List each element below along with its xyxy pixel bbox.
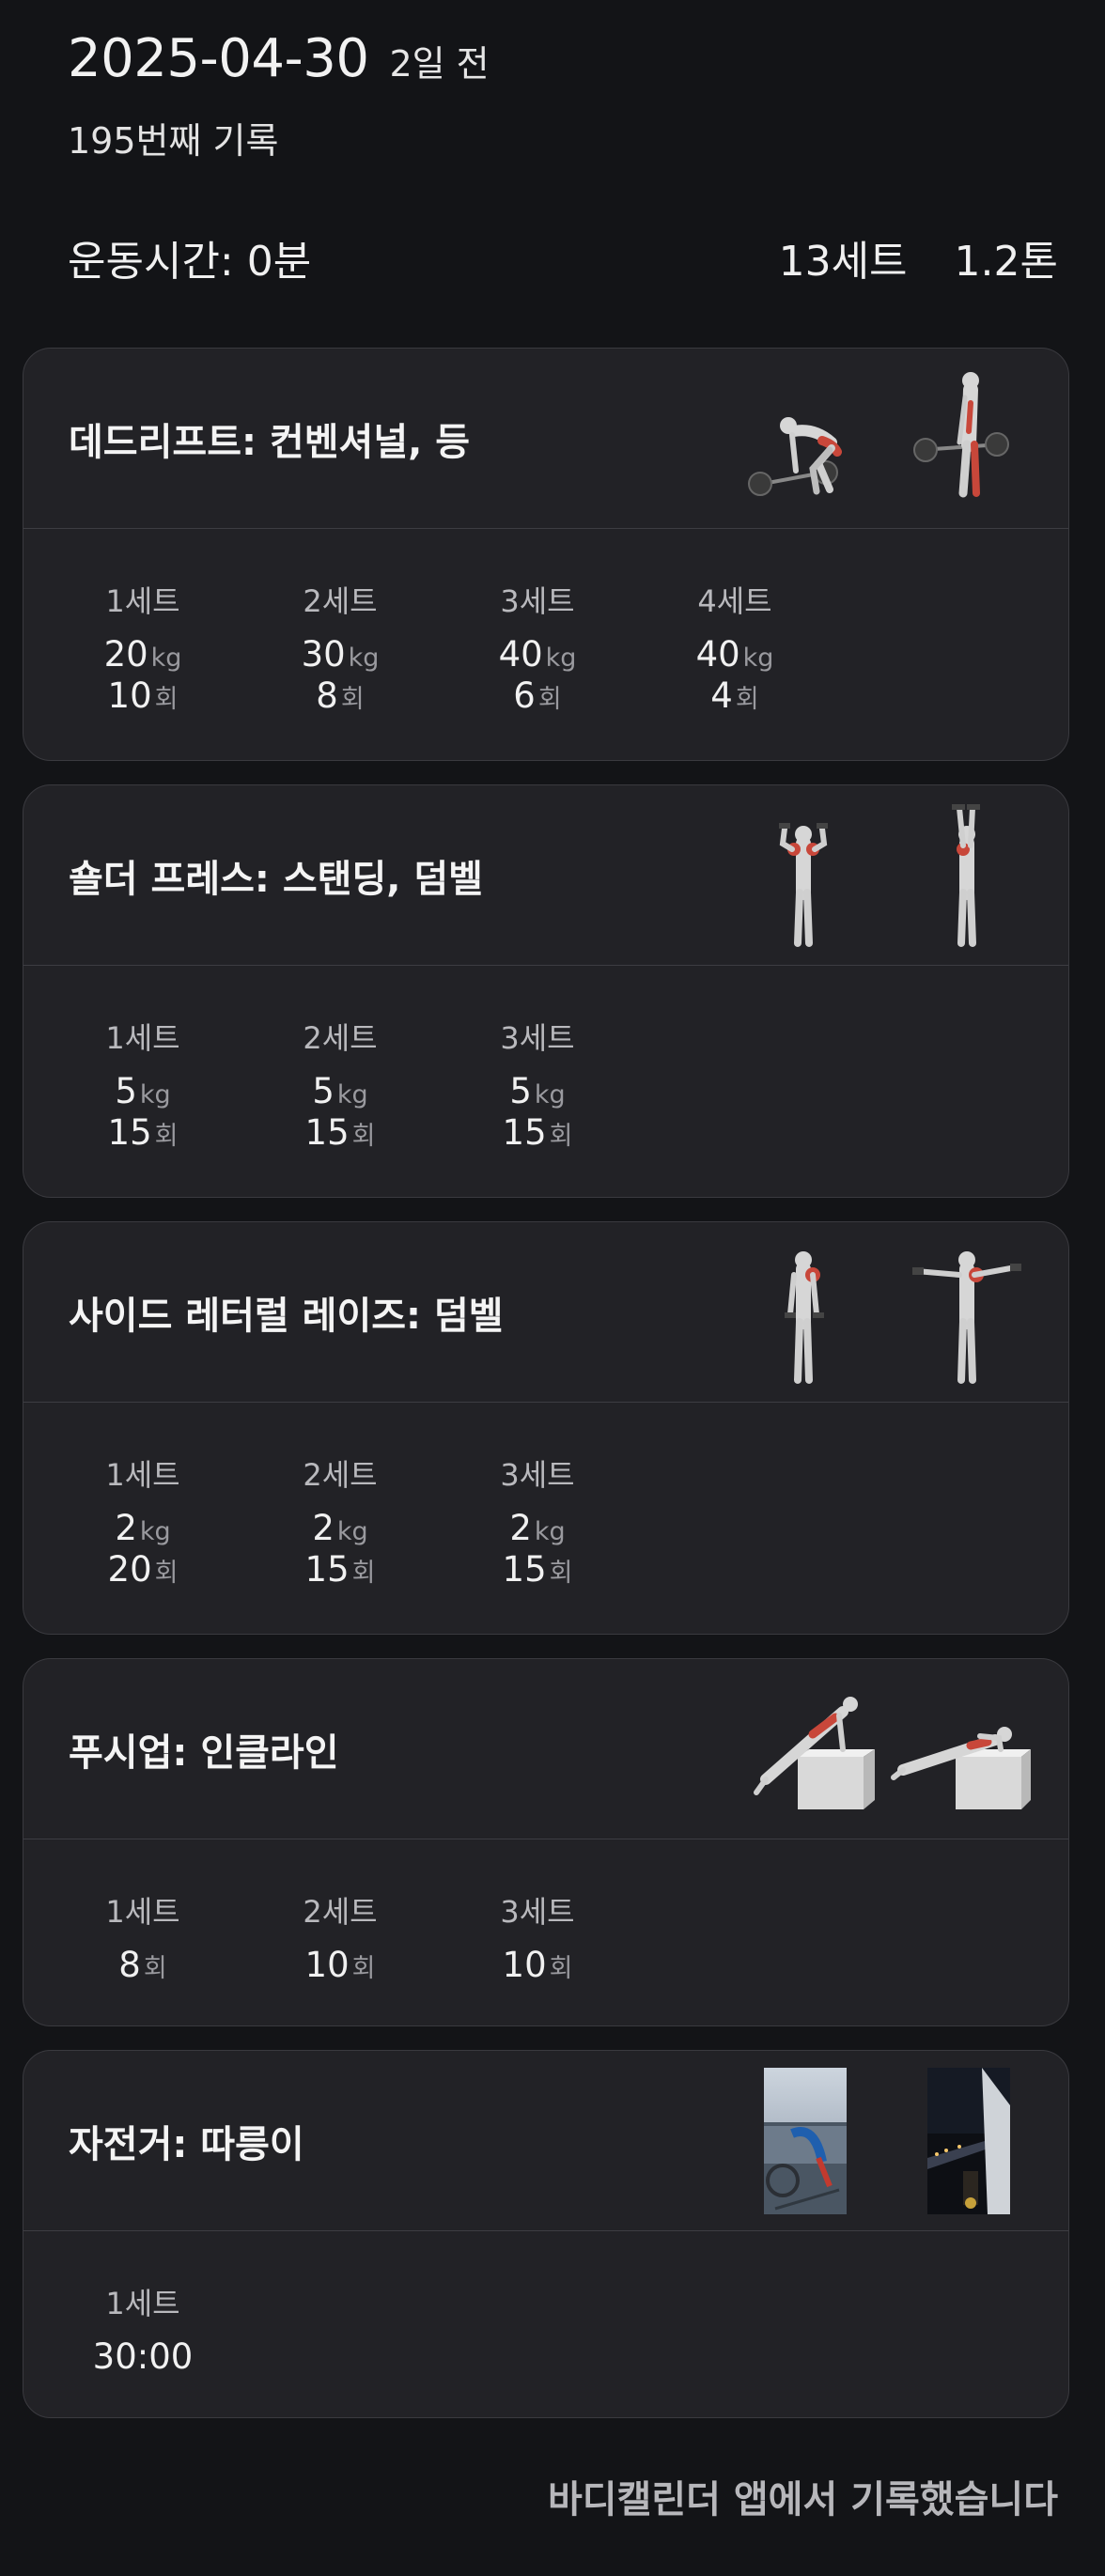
exercise-title: 자전거: 따릉이: [69, 2122, 304, 2166]
set-item: 2세트 5 kg 15 회: [303, 1020, 378, 1154]
set-item: 2세트 30 kg 8회: [301, 583, 380, 717]
exercise-title: 푸시업: 인클라인: [69, 1730, 339, 1775]
record-date: 2025-04-30: [68, 28, 369, 89]
workout-record-page: 2025-04-30 2일 전 195번째 기록 운동시간: 0분 13세트 1…: [0, 0, 1105, 2576]
set-item: 2세트 10 회: [303, 1894, 378, 1985]
set-item: 4세트 40 kg 4회: [695, 583, 774, 717]
total-volume: 1.2톤: [954, 238, 1058, 286]
set-duration: 30:00: [92, 2336, 194, 2377]
deadlift-end-illustration: [913, 372, 1009, 498]
exercise-card-side-lateral-raise[interactable]: 사이드 레터럴 레이즈: 덤벨 1세트 2 kg 20 회 2세트 2 kg 1…: [23, 1221, 1069, 1635]
set-item: 3세트 5 kg 15 회: [500, 1020, 575, 1154]
relative-date: 2일 전: [389, 43, 490, 85]
exercise-card-pushup[interactable]: 푸시업: 인클라인 1세트 8 회 2세트 10 회 3세트 10 회: [23, 1658, 1069, 2026]
workout-duration: 운동시간: 0분: [68, 238, 312, 286]
footer-attribution: 바디캘린더 앱에서 기록했습니다: [547, 2478, 1058, 2522]
set-item: 1세트 30:00: [72, 2280, 213, 2377]
lateral-raise-end-illustration: [912, 1251, 1021, 1384]
set-item: 2세트 2 kg 15 회: [303, 1457, 378, 1591]
bicycle-photo-2[interactable]: [927, 2068, 1010, 2214]
total-sets: 13세트: [778, 238, 908, 286]
bicycle-photo-1[interactable]: [764, 2068, 847, 2214]
set-item: 3세트 10 회: [500, 1894, 575, 1985]
exercise-title: 데드리프트: 컨벤셔널, 등: [69, 420, 471, 464]
record-header: 2025-04-30 2일 전 195번째 기록: [68, 28, 490, 163]
lateral-raise-start-illustration: [785, 1251, 824, 1384]
set-item: 1세트 8회: [105, 1894, 180, 1985]
workout-summary: 운동시간: 0분 13세트 1.2톤: [68, 227, 1058, 287]
set-item: 1세트 2 kg 20 회: [105, 1457, 180, 1591]
exercise-card-bicycle[interactable]: 자전거: 따릉이 1세트 30:00: [23, 2050, 1069, 2418]
exercise-card-shoulder-press[interactable]: 숄더 프레스: 스탠딩, 덤벨 1세트 5 kg 15 회 2세트 5 kg 1…: [23, 784, 1069, 1198]
pushup-start-illustration: [754, 1697, 875, 1809]
set-item: 1세트 5 kg 15 회: [105, 1020, 180, 1154]
exercise-card-deadlift[interactable]: 데드리프트: 컨벤셔널, 등 1세트 20 kg 10 회 2세트 30 kg …: [23, 348, 1069, 761]
shoulder-press-start-illustration: [779, 823, 828, 947]
exercise-title: 사이드 레터럴 레이즈: 덤벨: [69, 1294, 504, 1338]
deadlift-start-illustration: [748, 417, 842, 496]
set-item: 1세트 20 kg 10 회: [103, 583, 182, 717]
exercise-title: 숄더 프레스: 스탠딩, 덤벨: [69, 857, 483, 901]
set-item: 3세트 40 kg 6회: [498, 583, 577, 717]
shoulder-press-end-illustration: [952, 804, 980, 947]
set-item: 3세트 2 kg 15 회: [500, 1457, 575, 1591]
record-count: 195번째 기록: [68, 120, 279, 162]
pushup-end-illustration: [891, 1727, 1031, 1809]
